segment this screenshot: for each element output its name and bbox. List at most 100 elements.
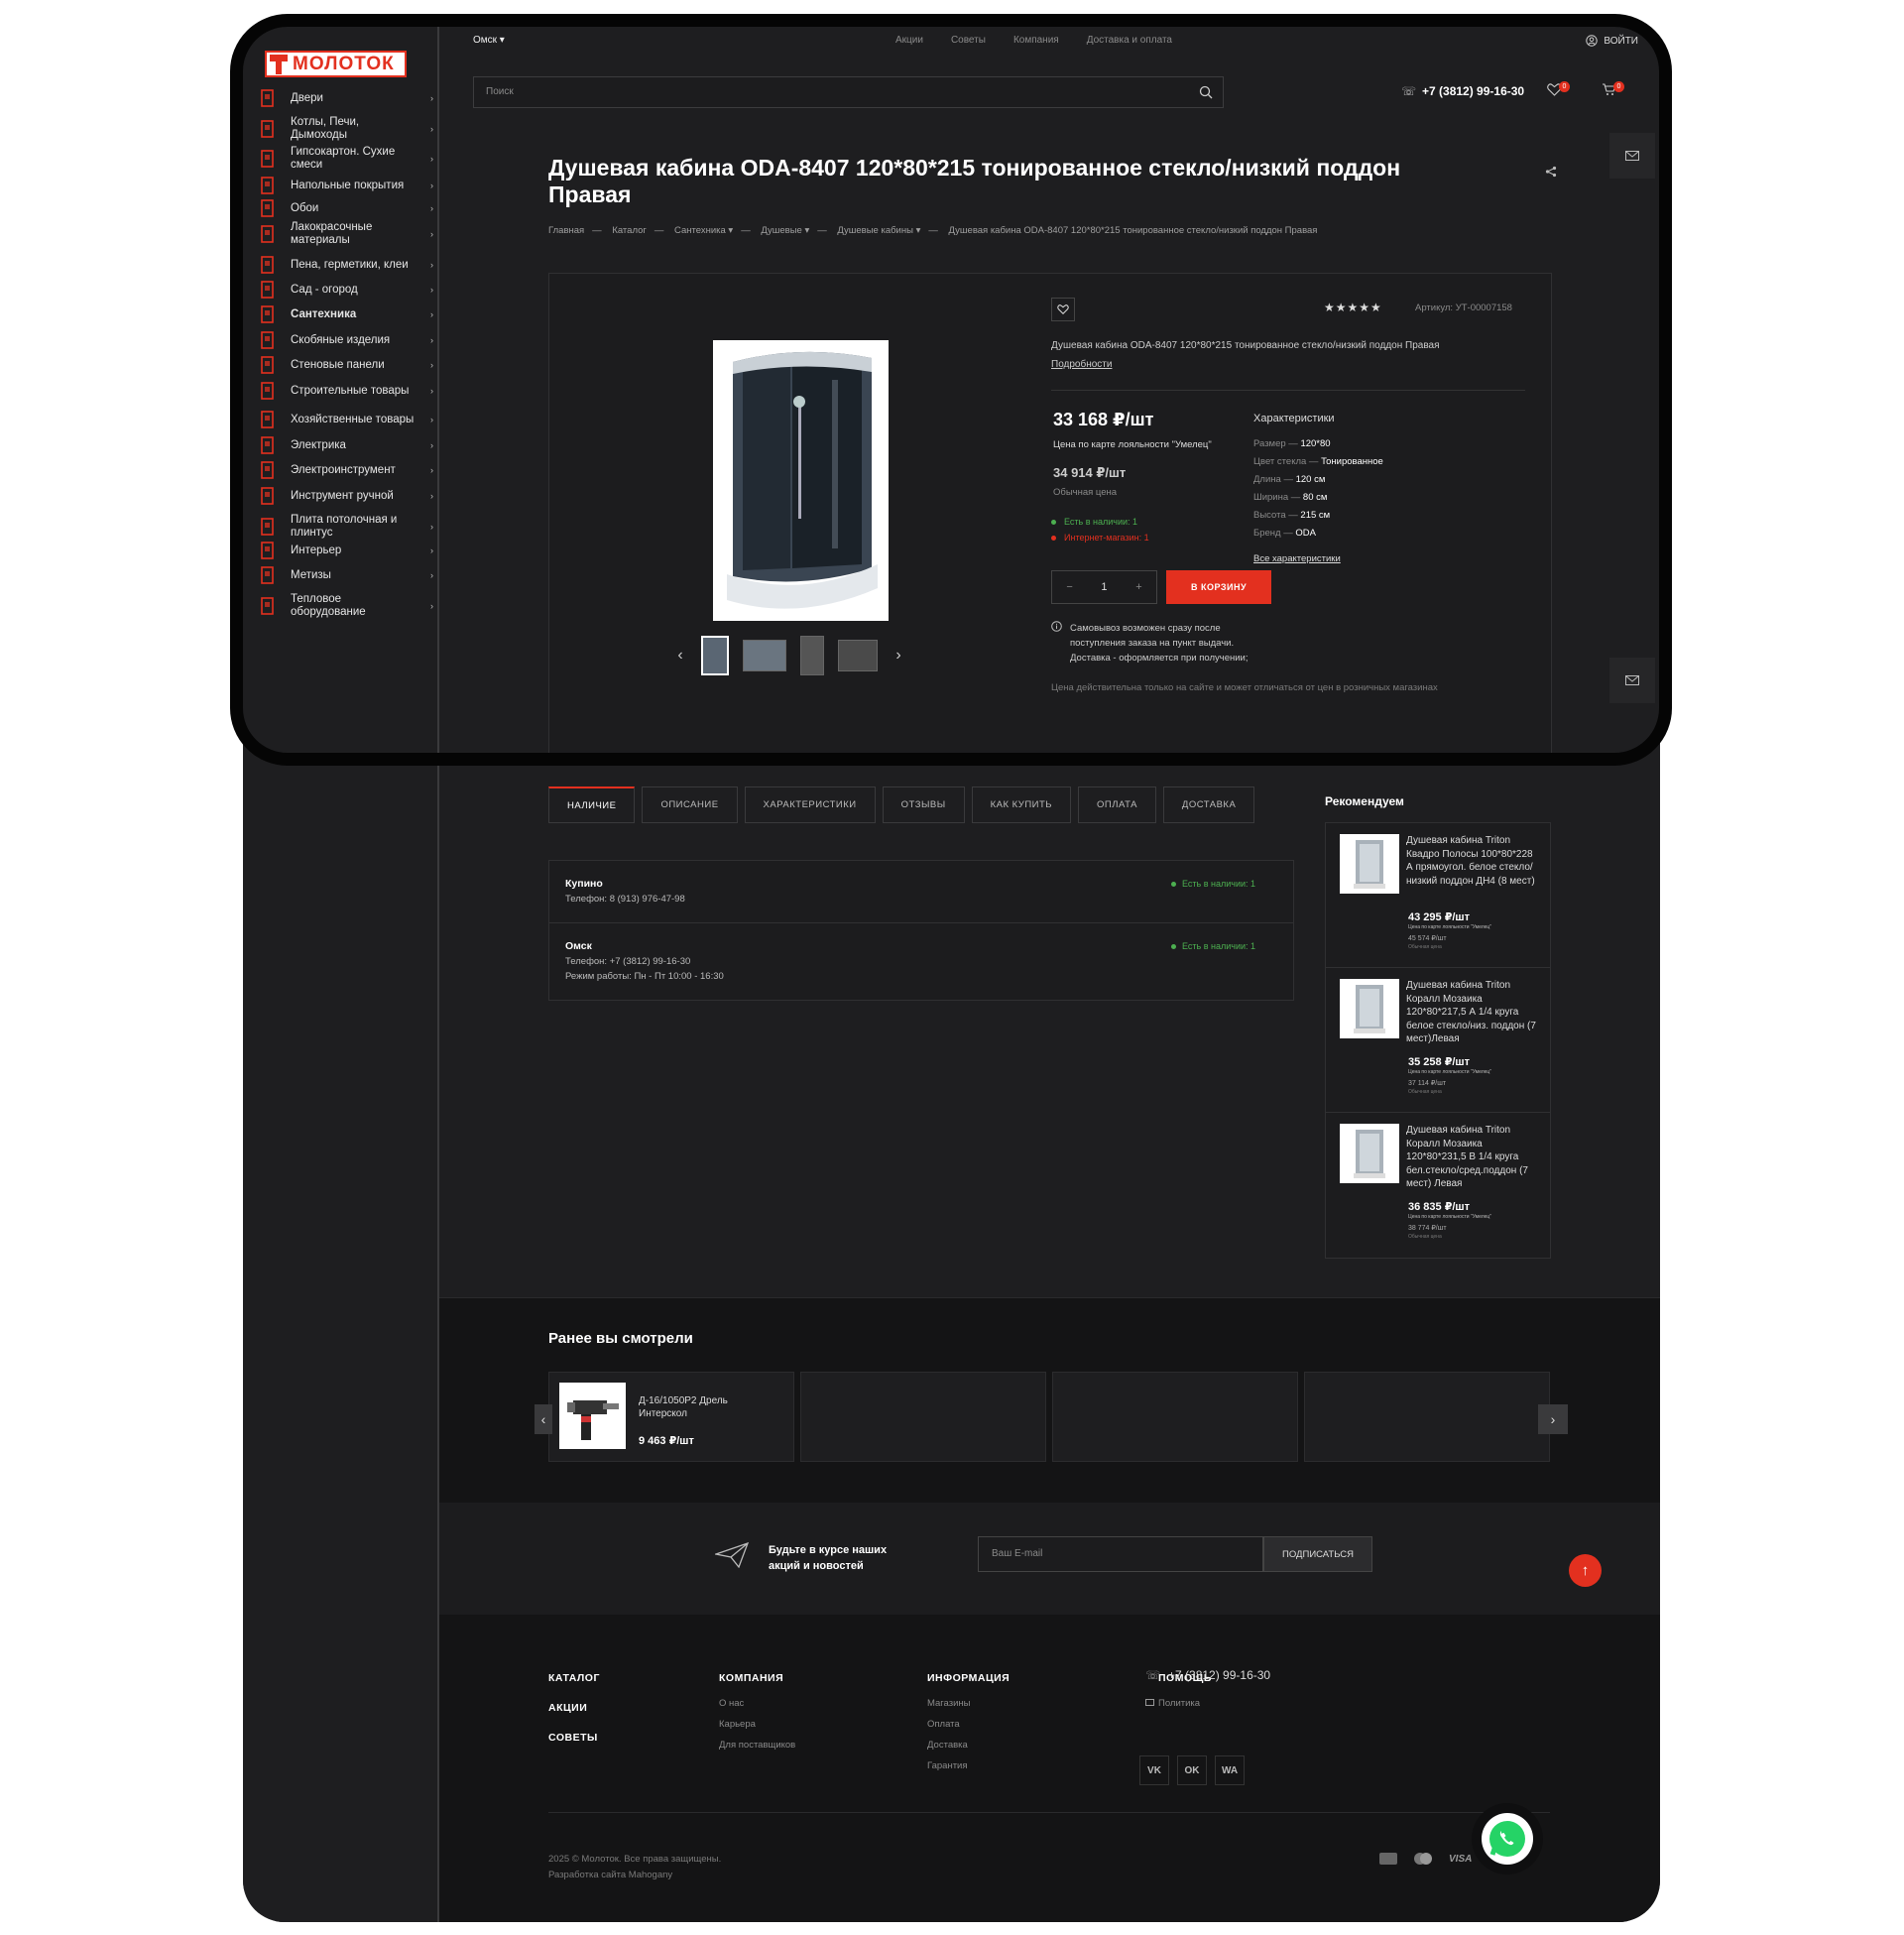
sidebar-item[interactable]: Стеновые панели › [257, 354, 433, 376]
nav-tips[interactable]: Советы [951, 35, 986, 46]
sidebar-item[interactable]: Электроинструмент › [257, 459, 433, 481]
tab-description[interactable]: ОПИСАНИЕ [642, 786, 738, 823]
recommend-name[interactable]: Душевая кабина Triton Коралл Мозаика 120… [1406, 1124, 1540, 1191]
scroll-top-button[interactable]: ↑ [1569, 1554, 1602, 1587]
sidebar-item[interactable]: Котлы, Печи, Дымоходы › [257, 116, 433, 142]
search-input[interactable]: Поиск [473, 76, 1224, 108]
sidebar-item[interactable]: Тепловое оборудование › [257, 593, 433, 619]
sidebar-item[interactable]: Лакокрасочные материалы › [257, 221, 433, 247]
sidebar-item[interactable]: Обои › [257, 197, 433, 219]
subscribe-button[interactable]: ПОДПИСАТЬСЯ [1263, 1536, 1372, 1572]
thumbnail[interactable] [701, 636, 729, 675]
details-link[interactable]: Подробности [1051, 359, 1112, 370]
sidebar-item[interactable]: Хозяйственные товары › [257, 409, 433, 430]
sidebar-item[interactable]: Интерьер › [257, 540, 433, 561]
quantity-stepper[interactable]: − 1 + [1051, 570, 1157, 604]
sidebar-item[interactable]: Плита потолочная и плинтус › [257, 514, 433, 540]
add-to-favorites-button[interactable] [1051, 298, 1075, 321]
decrease-button[interactable]: − [1066, 581, 1072, 593]
tab-availability[interactable]: НАЛИЧИЕ [548, 786, 636, 823]
tab-payment[interactable]: ОПЛАТА [1078, 786, 1156, 823]
footer-catalog-link[interactable]: КАТАЛОГ [548, 1668, 600, 1689]
viewed-product-card[interactable]: Д-16/1050Р2 Дрель Интерскол 9 463 ₽/шт [548, 1372, 794, 1462]
sidebar-item[interactable]: Гипсокартон. Сухие смеси › [257, 146, 433, 172]
footer-link[interactable]: Карьера [719, 1714, 795, 1735]
header-phone[interactable]: ☏ +7 (3812) 99-16-30 [1401, 84, 1524, 98]
char-name: Ширина [1253, 492, 1289, 503]
recommend-image[interactable] [1340, 979, 1399, 1038]
footer-link[interactable]: Оплата [927, 1714, 1010, 1735]
crumb-showers[interactable]: Душевые [761, 225, 801, 236]
recommend-name[interactable]: Душевая кабина Triton Коралл Мозаика 120… [1406, 979, 1540, 1046]
whatsapp-icon[interactable]: WA [1215, 1755, 1245, 1785]
crumb-home[interactable]: Главная [548, 225, 584, 236]
whatsapp-chat-button[interactable] [1472, 1803, 1543, 1875]
recommend-item[interactable]: Душевая кабина Triton Квадро Полосы 100*… [1326, 823, 1550, 968]
thumbnail[interactable] [838, 640, 878, 671]
thumb-prev-button[interactable]: ‹ [673, 647, 687, 665]
increase-button[interactable]: + [1135, 581, 1141, 593]
crumb-plumbing[interactable]: Сантехника [674, 225, 726, 236]
crumb-shower-cabins[interactable]: Душевые кабины [837, 225, 913, 236]
footer-link[interactable]: Магазины [927, 1693, 1010, 1714]
thumbnail[interactable] [743, 640, 786, 671]
tab-delivery[interactable]: ДОСТАВКА [1162, 786, 1255, 823]
sidebar-item[interactable]: Сад - огород › [257, 279, 433, 301]
footer-link[interactable]: Гарантия [927, 1755, 1010, 1776]
nav-delivery[interactable]: Доставка и оплата [1087, 35, 1172, 46]
nav-company[interactable]: Компания [1013, 35, 1059, 46]
all-characteristics-link[interactable]: Все характеристики [1253, 553, 1341, 564]
viewed-next-button[interactable]: › [1538, 1404, 1568, 1434]
recommend-item[interactable]: Душевая кабина Triton Коралл Мозаика 120… [1326, 968, 1550, 1113]
sidebar-item[interactable]: Двери › [257, 87, 433, 109]
favorites-button[interactable]: 0 [1547, 81, 1570, 96]
tab-characteristics[interactable]: ХАРАКТЕРИСТИКИ [744, 786, 876, 823]
tab-how-to-buy[interactable]: КАК КУПИТЬ [971, 786, 1072, 823]
sidebar-item[interactable]: Пена, герметики, клеи › [257, 254, 433, 276]
developer-link[interactable]: Разработка сайта Mahogany [548, 1868, 721, 1883]
footer-link[interactable]: О нас [719, 1693, 795, 1714]
site-logo[interactable]: МОЛОТОК [265, 51, 407, 77]
recommend-item[interactable]: Душевая кабина Triton Коралл Мозаика 120… [1326, 1113, 1550, 1258]
email-field[interactable]: Ваш E-mail [978, 1536, 1263, 1572]
viewed-product-name[interactable]: Д-16/1050Р2 Дрель Интерскол [639, 1394, 758, 1420]
sidebar-item[interactable]: Скобяные изделия › [257, 329, 433, 351]
add-to-cart-button[interactable]: В КОРЗИНУ [1166, 570, 1271, 604]
mail-icon[interactable] [1145, 1699, 1154, 1706]
crumb-catalog[interactable]: Каталог [612, 225, 647, 236]
footer-link[interactable]: Доставка [927, 1735, 1010, 1755]
quantity-value[interactable]: 1 [1101, 581, 1107, 593]
nav-promos[interactable]: Акции [895, 35, 923, 46]
sidebar-item[interactable]: Напольные покрытия › [257, 175, 433, 196]
sidebar-item[interactable]: Метизы › [257, 564, 433, 586]
tab-reviews[interactable]: ОТЗЫВЫ [882, 786, 965, 823]
message-button[interactable] [1609, 658, 1655, 703]
footer-phone[interactable]: ☏ +7 (3812) 99-16-30 [1145, 1668, 1270, 1682]
recommend-image[interactable] [1340, 1124, 1399, 1183]
thumbnail[interactable] [800, 636, 824, 675]
viewed-prev-button[interactable]: ‹ [535, 1404, 552, 1434]
status-dot [1051, 535, 1056, 541]
footer-tips-link[interactable]: СОВЕТЫ [548, 1728, 600, 1749]
odnoklassniki-icon[interactable]: OK [1177, 1755, 1207, 1785]
product-image[interactable] [713, 340, 889, 621]
thumb-next-button[interactable]: › [892, 647, 905, 665]
footer-link[interactable]: Политика [1158, 1693, 1212, 1714]
city-selector[interactable]: Омск ▾ [473, 35, 505, 46]
rating-stars[interactable]: ★★★★★ [1324, 301, 1382, 314]
login-button[interactable]: ВОЙТИ [1586, 35, 1638, 47]
share-icon[interactable] [1545, 166, 1557, 178]
sidebar-item[interactable]: Строительные товары › [257, 380, 433, 402]
vk-icon[interactable]: VK [1139, 1755, 1169, 1785]
sidebar-item[interactable]: Сантехника › [257, 303, 433, 325]
search-icon[interactable] [1199, 85, 1213, 99]
top-nav: Акции Советы Компания Доставка и оплата [895, 35, 1172, 46]
recommend-name[interactable]: Душевая кабина Triton Квадро Полосы 100*… [1406, 834, 1540, 888]
recommend-image[interactable] [1340, 834, 1399, 894]
footer-link[interactable]: Для поставщиков [719, 1735, 795, 1755]
feedback-button[interactable] [1609, 133, 1655, 179]
cart-button[interactable]: 0 [1602, 81, 1624, 96]
footer-promos-link[interactable]: АКЦИИ [548, 1698, 600, 1719]
sidebar-item[interactable]: Электрика › [257, 434, 433, 456]
sidebar-item[interactable]: Инструмент ручной › [257, 485, 433, 507]
